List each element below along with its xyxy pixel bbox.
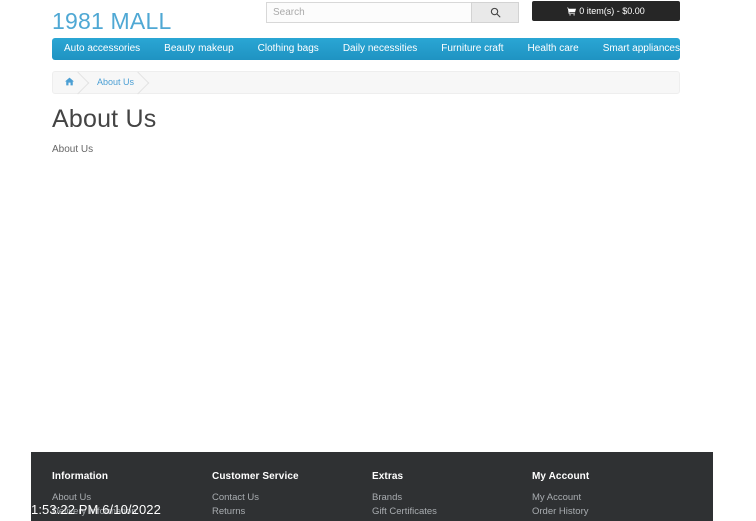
search-icon: [490, 7, 501, 18]
search-form: [266, 2, 519, 23]
breadcrumb-home-link[interactable]: [55, 72, 87, 93]
site-container: 1981 MALL Search 0 item(s) - $0.00 Auto …: [31, 0, 713, 155]
nav-item-furniture-craft[interactable]: Furniture craft: [429, 38, 515, 60]
page-root: 1981 MALL Search 0 item(s) - $0.00 Auto …: [0, 0, 756, 521]
footer-column-customer-service: Customer Service Contact Us Returns: [212, 471, 372, 519]
footer-column-my-account: My Account My Account Order History: [532, 471, 692, 519]
shopping-cart-icon: [567, 7, 577, 16]
main-content: About Us About Us: [52, 104, 680, 157]
site-logo[interactable]: 1981 MALL: [52, 8, 171, 35]
search-input[interactable]: [266, 2, 471, 23]
cart-button[interactable]: 0 item(s) - $0.00: [532, 1, 680, 21]
footer-column-title: Extras: [372, 471, 404, 482]
footer-link-returns[interactable]: Returns: [212, 505, 372, 519]
footer-link-brands[interactable]: Brands: [372, 491, 532, 505]
footer-column-title: Customer Service: [212, 471, 299, 482]
search-button[interactable]: [471, 2, 519, 23]
breadcrumb-item-about-us[interactable]: About Us: [87, 72, 147, 93]
nav-item-clothing-bags[interactable]: Clothing bags: [246, 38, 331, 60]
footer-link-gift-certificates[interactable]: Gift Certificates: [372, 505, 532, 519]
nav-item-auto-accessories[interactable]: Auto accessories: [52, 38, 152, 60]
main-navigation: Auto accessories Beauty makeup Clothing …: [52, 38, 680, 60]
site-header: 1981 MALL Search 0 item(s) - $0.00: [31, 0, 713, 36]
footer-column-title: Information: [52, 471, 109, 482]
footer-column-extras: Extras Brands Gift Certificates: [372, 471, 532, 519]
footer-link-my-account[interactable]: My Account: [532, 491, 692, 505]
footer-link-order-history[interactable]: Order History: [532, 505, 692, 519]
nav-item-health-care[interactable]: Health care: [516, 38, 591, 60]
home-icon: [65, 77, 74, 87]
nav-item-daily-necessities[interactable]: Daily necessities: [331, 38, 429, 60]
footer-link-contact-us[interactable]: Contact Us: [212, 491, 372, 505]
nav-item-beauty-makeup[interactable]: Beauty makeup: [152, 38, 246, 60]
breadcrumb: About Us: [52, 71, 680, 94]
cart-label: 0 item(s) - $0.00: [579, 6, 645, 16]
timestamp-overlay: 1:53:22 PM 6/10/2022: [31, 502, 161, 517]
nav-item-smart-appliances[interactable]: Smart appliances: [591, 38, 692, 60]
page-body-text: About Us: [52, 144, 94, 155]
footer-column-title: My Account: [532, 471, 590, 482]
page-title: About Us: [52, 105, 157, 133]
